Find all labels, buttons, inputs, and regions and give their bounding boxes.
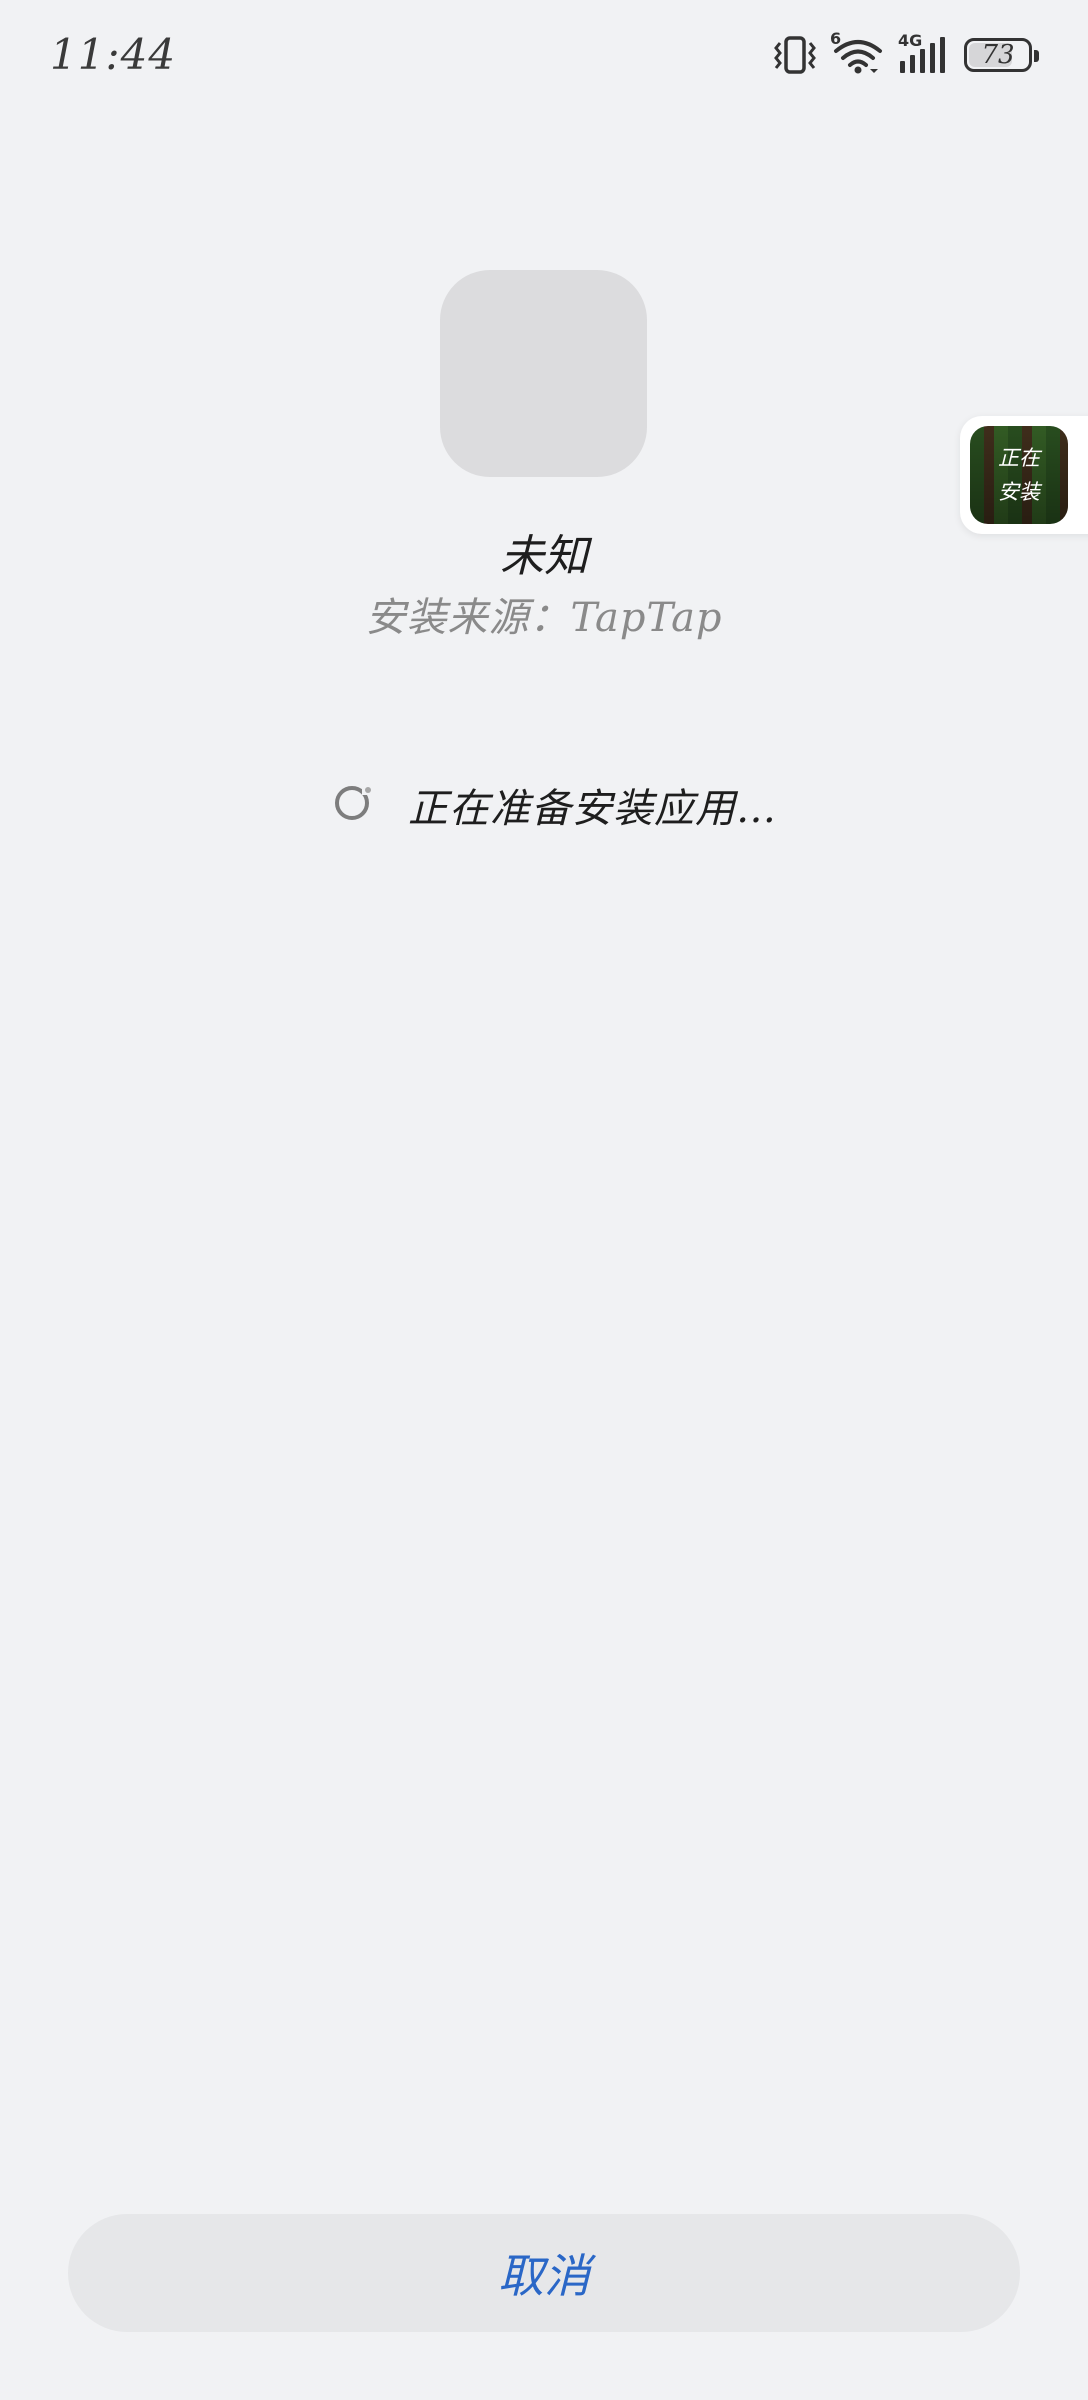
- app-name: 未知: [500, 531, 588, 582]
- wifi-standard-label: 6: [830, 29, 842, 48]
- install-progress: 正在准备安装应用…: [334, 780, 777, 832]
- battery-percentage: 73: [981, 40, 1015, 70]
- installing-label-line2: 安装: [998, 480, 1040, 504]
- floating-install-badge[interactable]: 正在 安装: [960, 416, 1088, 534]
- signal-4g-icon: 4G: [898, 31, 950, 75]
- progress-message: 正在准备安装应用…: [408, 786, 777, 832]
- status-time: 11:44: [50, 30, 177, 79]
- install-source: 安装来源：TapTap: [365, 595, 723, 641]
- wifi-6-icon: 6: [830, 29, 884, 75]
- installing-label: 正在 安装: [970, 426, 1068, 524]
- status-icons: 6 4G 73: [772, 29, 1039, 78]
- installing-label-line1: 正在: [998, 446, 1040, 470]
- cancel-button[interactable]: 取消: [68, 2214, 1020, 2332]
- battery-icon: 73: [964, 38, 1039, 72]
- battery-cap: [1034, 50, 1039, 62]
- loading-spinner-icon: [334, 783, 374, 827]
- app-icon-placeholder: [440, 270, 647, 477]
- vibrate-icon: [772, 35, 818, 75]
- installing-app-thumbnail: 正在 安装: [970, 426, 1068, 524]
